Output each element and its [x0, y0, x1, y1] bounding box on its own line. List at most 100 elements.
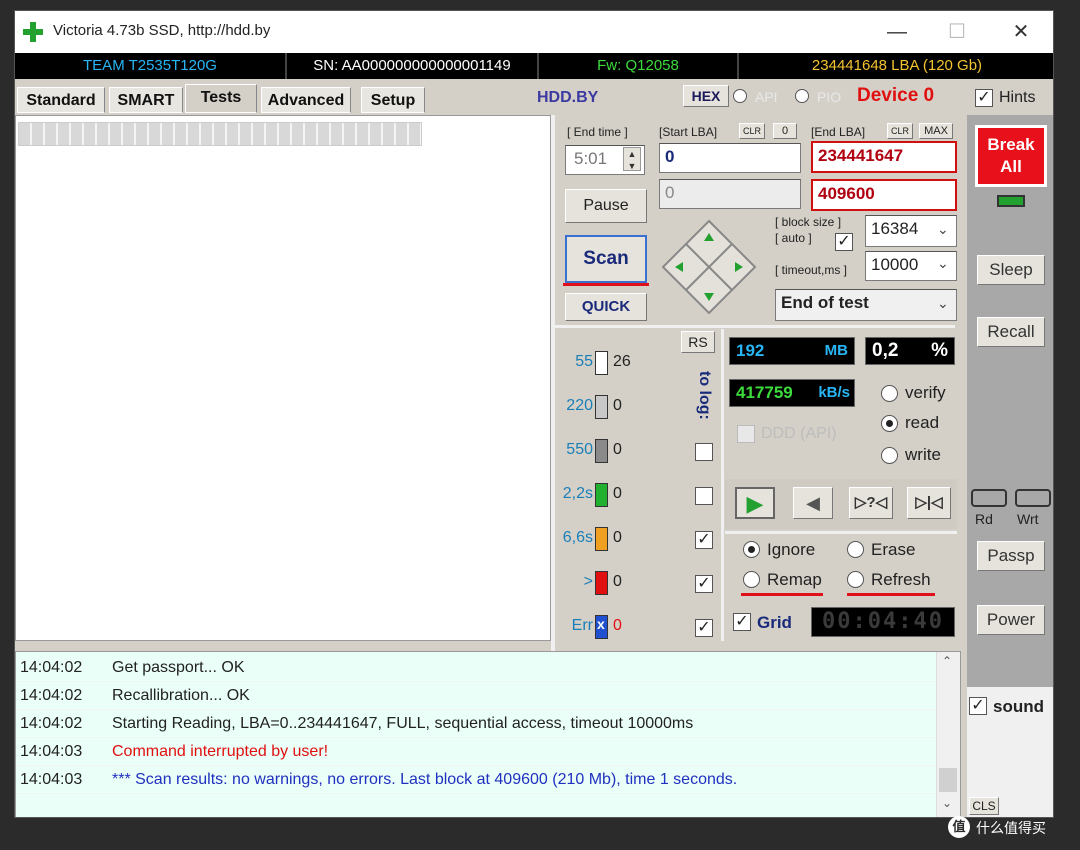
speed-display: 417759 kB/s [729, 379, 855, 407]
latency-bucket-label: 55 [575, 353, 593, 370]
max-button[interactable]: MAX [919, 123, 953, 139]
skip-bad-button[interactable]: ▷?◁ [849, 487, 893, 519]
tab-smart[interactable]: SMART [109, 87, 183, 113]
action-divider [725, 531, 957, 534]
end-of-test-select[interactable]: End of test [775, 289, 957, 321]
latency-bucket-swatch: x [595, 615, 608, 639]
pio-label: PIO [817, 89, 842, 105]
remap-radio[interactable] [743, 571, 760, 588]
log-bucket-checkbox[interactable] [695, 443, 713, 461]
latency-bucket-label: Err [571, 617, 593, 634]
pause-button[interactable]: Pause [565, 189, 647, 223]
tab-standard[interactable]: Standard [17, 87, 105, 113]
direction-pad[interactable] [661, 219, 757, 315]
percent-unit: % [931, 340, 948, 361]
log-bucket-checkbox[interactable]: ✓ [695, 619, 713, 637]
log-message: Recallibration... OK [112, 687, 250, 704]
log-bucket-checkbox[interactable] [695, 487, 713, 505]
read-radio[interactable] [881, 415, 898, 432]
back-button[interactable]: ◀ [793, 487, 833, 519]
cls-button[interactable]: CLS [969, 797, 999, 815]
rs-button[interactable]: RS [681, 331, 715, 353]
pio-radio[interactable] [795, 89, 809, 103]
end-time-spinner[interactable]: ▲ ▼ [623, 147, 641, 171]
drive-firmware: Fw: Q12058 [539, 53, 739, 79]
sound-checkbox[interactable]: ✓ [969, 697, 987, 715]
erase-radio[interactable] [847, 541, 864, 558]
minimize-button[interactable]: — [877, 17, 917, 47]
ignore-radio[interactable] [743, 541, 760, 558]
to-end-button[interactable]: ▷|◁ [907, 487, 951, 519]
api-radio[interactable] [733, 89, 747, 103]
power-button[interactable]: Power [977, 605, 1045, 635]
passp-button[interactable]: Passp [977, 541, 1045, 571]
break-all-label: Break All [987, 135, 1035, 176]
ddd-label: DDD (API) [761, 425, 837, 442]
chevron-down-icon: ⌄ [937, 221, 949, 237]
scan-button[interactable]: Scan [565, 235, 647, 283]
end-clr-button[interactable]: CLR [887, 123, 913, 139]
latency-bucket-swatch [595, 351, 608, 375]
watermark-logo-icon: 值 [948, 816, 970, 838]
latency-bucket-count: 0 [613, 441, 622, 458]
refresh-underline [847, 593, 935, 596]
maximize-button[interactable]: ☐ [937, 17, 977, 47]
ddd-checkbox[interactable] [737, 425, 755, 443]
tab-tests[interactable]: Tests [185, 84, 257, 113]
write-radio[interactable] [881, 447, 898, 464]
verify-radio[interactable] [881, 385, 898, 402]
refresh-radio[interactable] [847, 571, 864, 588]
chevron-up-icon[interactable]: ⌃ [942, 654, 952, 668]
mid-divider [555, 325, 955, 328]
device-label: Device 0 [857, 85, 935, 106]
percent-display: 0,2 % [865, 337, 955, 365]
latency-bucket-swatch [595, 527, 608, 551]
log-scrollbar[interactable]: ⌃ ⌄ [936, 652, 960, 817]
grid-label: Grid [757, 613, 792, 632]
remap-underline [741, 593, 823, 596]
start-lba-input[interactable]: 0 [659, 143, 801, 173]
stats-divider [721, 329, 724, 641]
sound-label: sound [993, 697, 1044, 716]
grid-checkbox[interactable]: ✓ [733, 613, 751, 631]
break-all-button[interactable]: Break All [975, 125, 1047, 187]
block-start-input[interactable]: 0 [659, 179, 801, 209]
activity-led [997, 195, 1025, 207]
quick-button[interactable]: QUICK [565, 293, 647, 321]
play-button[interactable]: ▶ [735, 487, 775, 519]
watermark: 值 什么值得买 [948, 814, 1076, 840]
hex-button[interactable]: HEX [683, 85, 729, 107]
end-time-label: [ End time ] [567, 125, 628, 139]
tab-setup[interactable]: Setup [361, 87, 425, 113]
chevron-down-icon[interactable]: ⌄ [942, 796, 952, 810]
percent-value: 0,2 [872, 340, 899, 361]
sleep-button[interactable]: Sleep [977, 255, 1045, 285]
start-zero-button[interactable]: 0 [773, 123, 797, 139]
end-lba-block-input[interactable]: 409600 [811, 179, 957, 211]
scan-block-strip [18, 122, 422, 146]
log-message: *** Scan results: no warnings, no errors… [112, 771, 738, 788]
log-bucket-checkbox[interactable]: ✓ [695, 531, 713, 549]
hints-checkbox[interactable]: ✓ [975, 89, 993, 107]
log-message: Starting Reading, LBA=0..234441647, FULL… [112, 715, 694, 732]
elapsed-timer: 00:04:40 [811, 607, 955, 637]
recall-button[interactable]: Recall [977, 317, 1045, 347]
latency-bucket-swatch [595, 483, 608, 507]
close-button[interactable]: ✕ [1001, 17, 1041, 47]
latency-bucket-label: 2,2s [562, 485, 593, 502]
scroll-thumb[interactable] [939, 768, 957, 792]
log-entry: 14:04:02 Recallibration... OK [16, 682, 936, 710]
log-message: Get passport... OK [112, 659, 245, 676]
end-lba-input[interactable]: 234441647 [811, 141, 957, 173]
log-bucket-checkbox[interactable]: ✓ [695, 575, 713, 593]
latency-bucket-swatch [595, 571, 608, 595]
title-bar: Victoria 4.73b SSD, http://hdd.by — ☐ ✕ [15, 11, 1053, 53]
latency-bucket-label: 6,6s [562, 529, 593, 546]
mb-display: 192 MB [729, 337, 855, 365]
auto-checkbox[interactable]: ✓ [835, 233, 853, 251]
tab-advanced[interactable]: Advanced [261, 87, 351, 113]
read-label: read [905, 413, 940, 432]
latency-bucket-count: 0 [613, 397, 622, 414]
log-entry: 14:04:02 Get passport... OK [16, 654, 936, 682]
start-clr-button[interactable]: CLR [739, 123, 765, 139]
